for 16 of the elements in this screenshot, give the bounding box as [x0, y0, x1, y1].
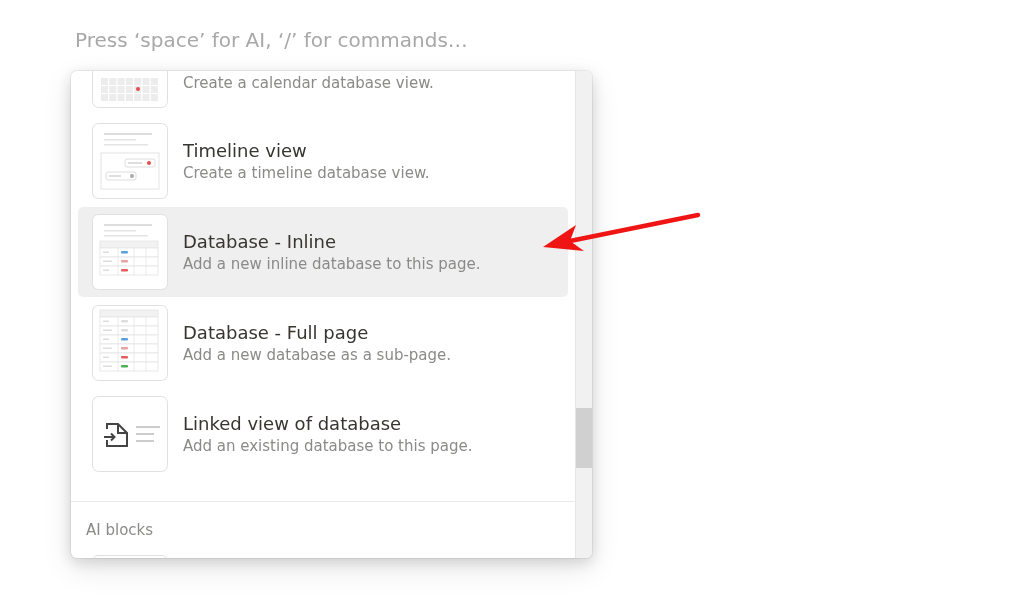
menu-item[interactable]: Database - Full page Add a new database as a sub-page.: [78, 298, 568, 388]
menu-item[interactable]: Create a calendar database view.: [78, 71, 568, 115]
item-title: Timeline view: [183, 140, 308, 161]
item-description: Create a timeline database view.: [183, 164, 430, 182]
item-title: Linked view of database: [183, 413, 403, 434]
item-description: Add a new inline database to this page.: [183, 255, 481, 273]
item-title: Database - Full page: [183, 322, 370, 343]
item-description: Add a new database as a sub-page.: [183, 346, 452, 364]
placeholder-text: Press ‘space’ for AI, ‘/’ for commands…: [75, 28, 468, 52]
item-title: Database - Inline: [183, 231, 338, 252]
menu-item[interactable]: Database - Inline Add a new inline database to this page.: [78, 207, 568, 297]
item-description: Add an existing database to this page.: [183, 437, 473, 455]
menu-item[interactable]: Timeline view Create a timeline database view.: [78, 116, 568, 206]
section-heading: AI blocks: [85, 521, 154, 539]
item-description: Create a calendar database view.: [183, 73, 434, 92]
menu-item[interactable]: Linked view of database Add an existing database to this page.: [78, 389, 568, 479]
